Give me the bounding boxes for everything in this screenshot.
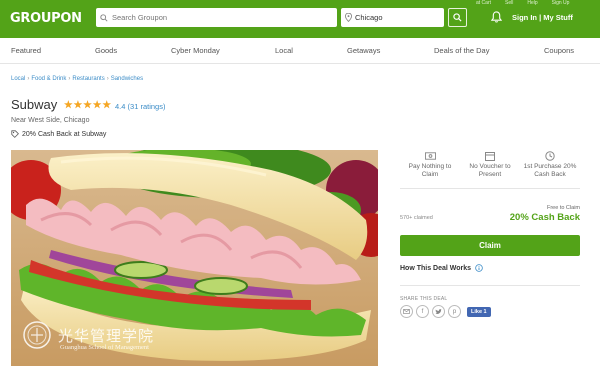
- pay-icon: [400, 150, 460, 162]
- location-pin-icon: [341, 13, 355, 22]
- top-mini-links: at Cart Sell Help Sign Up: [476, 0, 569, 6]
- watermark-en: Guanghua School of Management: [60, 344, 149, 351]
- star-rating-icon: [64, 100, 112, 109]
- ratings-count: (31 ratings): [127, 102, 166, 111]
- breadcrumb-separator: ›: [27, 76, 30, 82]
- cashback-text: 20% Cash Back at Subway: [22, 130, 107, 138]
- pinterest-icon[interactable]: p: [448, 305, 461, 318]
- share-label: SHARE THIS DEAL: [400, 296, 448, 302]
- top-link-sell[interactable]: Sell: [505, 0, 513, 6]
- claim-button[interactable]: Claim: [400, 235, 580, 256]
- twitter-icon[interactable]: [432, 305, 445, 318]
- nav-item-local[interactable]: Local: [275, 46, 293, 55]
- breadcrumb-restaurants[interactable]: Restaurants: [72, 76, 104, 82]
- facebook-icon[interactable]: f: [416, 305, 429, 318]
- email-icon[interactable]: [400, 305, 413, 318]
- breadcrumb-local[interactable]: Local: [11, 76, 25, 82]
- cashback-line: 20% Cash Back at Subway: [11, 130, 106, 138]
- signin-link[interactable]: Sign In | My Stuff: [512, 13, 573, 22]
- rating-text[interactable]: 4.4 (31 ratings): [115, 102, 165, 111]
- deal-title: Subway: [11, 97, 58, 112]
- how-deal-works-label: How This Deal Works: [400, 264, 472, 272]
- top-link-help[interactable]: Help: [527, 0, 537, 6]
- category-nav: Featured Goods Cyber Monday Local Getawa…: [0, 38, 600, 64]
- breadcrumb-separator: ›: [106, 76, 109, 82]
- nav-item-deals-of-the-day[interactable]: Deals of the Day: [434, 46, 489, 55]
- share-buttons: f p Like 1: [400, 305, 491, 318]
- voucher-icon: [460, 150, 520, 162]
- feature-cashback-label: 1st Purchase 20% Cash Back: [523, 163, 577, 178]
- nav-item-cyber-monday[interactable]: Cyber Monday: [171, 46, 220, 55]
- breadcrumb: Local › Food & Drink › Restaurants › Sandwiche…: [11, 76, 143, 82]
- feature-voucher-label: No Voucher to Present: [469, 163, 511, 178]
- top-header: GROUPON at Cart Sell Help Sign Up Sign I…: [0, 0, 600, 38]
- nav-item-goods[interactable]: Goods: [95, 46, 117, 55]
- how-deal-works-link[interactable]: How This Deal Works: [400, 264, 483, 272]
- deal-location: Near West Side, Chicago: [11, 117, 90, 124]
- free-to-claim: Free to Claim: [546, 205, 580, 211]
- info-icon[interactable]: [475, 264, 483, 272]
- school-seal-logo: [23, 321, 51, 349]
- breadcrumb-food-drink[interactable]: Food & Drink: [31, 76, 66, 82]
- feature-cashback: 1st Purchase 20% Cash Back: [520, 150, 580, 179]
- feature-pay-nothing: Pay Nothing to Claim: [400, 150, 460, 179]
- facebook-like-button[interactable]: Like 1: [467, 306, 491, 317]
- clock-icon: [520, 150, 580, 162]
- top-link-cart[interactable]: at Cart: [476, 0, 491, 6]
- nav-item-featured[interactable]: Featured: [11, 46, 41, 55]
- rating-value: 4.4: [115, 102, 126, 111]
- cashback-offer: 20% Cash Back: [509, 212, 580, 223]
- breadcrumb-sandwiches[interactable]: Sandwiches: [111, 76, 143, 82]
- location-box[interactable]: [341, 8, 444, 27]
- watermark: 光华管理学院 Guanghua School of Management: [22, 320, 155, 351]
- watermark-cn: 光华管理学院: [58, 326, 155, 345]
- search-button[interactable]: [448, 8, 467, 27]
- feature-pay-label: Pay Nothing to Claim: [408, 163, 452, 178]
- search-button-icon: [453, 13, 462, 22]
- notification-bell-icon[interactable]: [490, 10, 503, 28]
- divider: [400, 285, 580, 286]
- divider: [400, 188, 580, 189]
- nav-item-coupons[interactable]: Coupons: [544, 46, 574, 55]
- nav-item-getaways[interactable]: Getaways: [347, 46, 380, 55]
- search-icon: [96, 8, 112, 27]
- groupon-logo[interactable]: GROUPON: [10, 11, 82, 26]
- feature-no-voucher: No Voucher to Present: [460, 150, 520, 179]
- location-input[interactable]: [355, 13, 435, 22]
- tag-icon: [11, 130, 19, 138]
- breadcrumb-separator: ›: [68, 76, 71, 82]
- search-input[interactable]: [112, 13, 312, 22]
- rating-stars[interactable]: [64, 100, 112, 109]
- search-box[interactable]: [96, 8, 337, 27]
- top-link-signup[interactable]: Sign Up: [552, 0, 570, 6]
